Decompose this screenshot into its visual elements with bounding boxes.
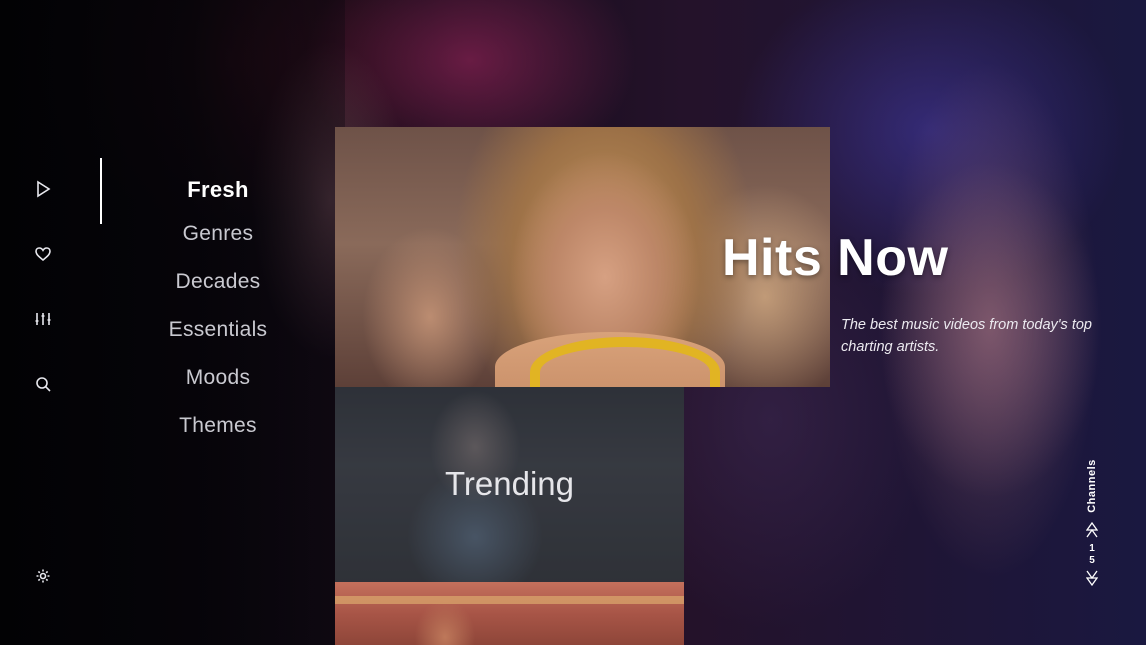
featured-title: Hits Now <box>722 229 949 287</box>
menu-item-decades[interactable]: Decades <box>118 258 318 306</box>
channel-pager: Channels 1 5 <box>1078 450 1106 590</box>
play-icon <box>37 180 51 198</box>
active-indicator <box>100 158 102 224</box>
chevron-up-icon <box>1085 521 1099 538</box>
mixer-button[interactable] <box>28 304 58 334</box>
menu-item-genres[interactable]: Genres <box>118 210 318 258</box>
card-next[interactable] <box>335 582 684 645</box>
menu-item-themes[interactable]: Themes <box>118 402 318 450</box>
menu-item-essentials[interactable]: Essentials <box>118 306 318 354</box>
menu-item-moods[interactable]: Moods <box>118 354 318 402</box>
search-icon <box>36 377 51 392</box>
card-title: Trending <box>444 465 575 502</box>
chevron-down-icon <box>1085 570 1099 587</box>
equalizer-icon <box>35 313 51 325</box>
channels-label: Channels <box>1086 459 1098 513</box>
heart-icon <box>35 247 51 262</box>
channel-total: 5 <box>1089 555 1095 566</box>
settings-button[interactable] <box>28 561 58 591</box>
featured-description: The best music videos from today's top c… <box>841 317 1092 355</box>
channel-down-button[interactable] <box>1085 570 1099 587</box>
card-image-detail <box>335 596 684 604</box>
category-menu: Fresh Genres Decades Essentials Moods Th… <box>118 170 318 450</box>
play-button[interactable] <box>28 174 58 204</box>
favorites-button[interactable] <box>28 239 58 269</box>
menu-item-fresh[interactable]: Fresh <box>118 170 318 210</box>
channel-up-button[interactable] <box>1085 521 1099 538</box>
channel-current: 1 <box>1089 543 1095 554</box>
gear-icon <box>36 569 50 583</box>
card-trending[interactable]: Trending <box>335 387 684 582</box>
search-button[interactable] <box>28 369 58 399</box>
icon-rail <box>0 0 88 645</box>
